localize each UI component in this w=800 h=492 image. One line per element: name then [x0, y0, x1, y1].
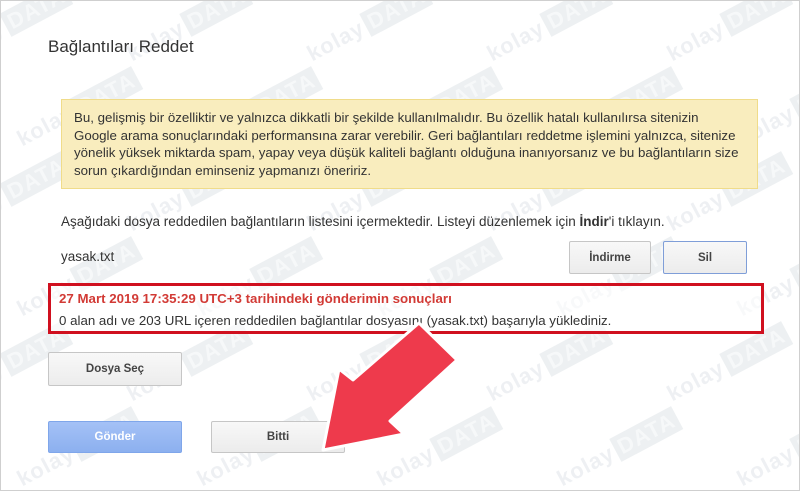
watermark-mark: kolayDATA — [733, 406, 799, 490]
watermark-text: kolay — [302, 355, 369, 407]
watermark-text: kolay — [662, 185, 729, 237]
watermark-text: kolay — [302, 15, 369, 67]
watermark-text: kolay — [1, 185, 9, 237]
watermark-box-text: DATA — [429, 406, 504, 462]
download-button[interactable]: İndirme — [569, 241, 651, 274]
description-download-word: İndir — [579, 214, 609, 229]
watermark-box-text: DATA — [359, 1, 434, 37]
watermark-text: kolay — [372, 440, 439, 490]
watermark-mark: kolayDATA — [1, 1, 74, 67]
result-message: 0 alan adı ve 203 URL içeren reddedilen … — [59, 313, 612, 328]
warning-box: Bu, gelişmiş bir özelliktir ve yalnızca … — [61, 99, 758, 189]
file-description: Aşağıdaki dosya reddedilen bağlantıların… — [61, 214, 665, 229]
watermark-mark: kolayDATA — [373, 406, 504, 490]
watermark-text: kolay — [1, 15, 9, 67]
result-highlight-box: 27 Mart 2019 17:35:29 UTC+3 tarihindeki … — [48, 283, 764, 334]
watermark-box-text: DATA — [789, 66, 799, 122]
watermark-mark: kolayDATA — [663, 1, 794, 67]
disavow-links-dialog: kolayDATA kolayDATA kolayDATA kolayDATA kola… — [0, 0, 800, 491]
file-name: yasak.txt — [61, 249, 115, 264]
choose-file-button[interactable]: Dosya Seç — [48, 352, 182, 386]
watermark-box-text: DATA — [539, 1, 614, 37]
watermark-mark: kolayDATA — [303, 1, 434, 67]
watermark-mark: kolayDATA — [553, 406, 684, 490]
watermark-text: kolay — [482, 355, 549, 407]
watermark-box-text: DATA — [179, 1, 254, 37]
description-prefix: Aşağıdaki dosya reddedilen bağlantıların… — [61, 214, 580, 229]
watermark-text: kolay — [1, 355, 9, 407]
dialog-title: Bağlantıları Reddet — [48, 37, 194, 56]
watermark-box-text: DATA — [719, 1, 794, 37]
watermark-mark: kolayDATA — [483, 1, 614, 67]
warning-text: Bu, gelişmiş bir özelliktir ve yalnızca … — [74, 110, 739, 178]
watermark-box-text: DATA — [609, 406, 684, 462]
watermark-box-text: DATA — [789, 406, 799, 462]
watermark-box-text: DATA — [1, 1, 74, 37]
watermark-text: kolay — [732, 440, 799, 490]
watermark-text: kolay — [662, 15, 729, 67]
submit-button[interactable]: Gönder — [48, 421, 182, 453]
description-suffix: 'i tıklayın. — [608, 214, 665, 229]
delete-button[interactable]: Sil — [663, 241, 747, 274]
watermark-text: kolay — [552, 440, 619, 490]
result-title: 27 Mart 2019 17:35:29 UTC+3 tarihindeki … — [59, 291, 452, 306]
done-button[interactable]: Bitti — [211, 421, 345, 453]
watermark-box-text: DATA — [789, 236, 799, 292]
watermark-mark: kolayDATA — [123, 1, 254, 67]
watermark-text: kolay — [662, 355, 729, 407]
watermark-text: kolay — [482, 15, 549, 67]
